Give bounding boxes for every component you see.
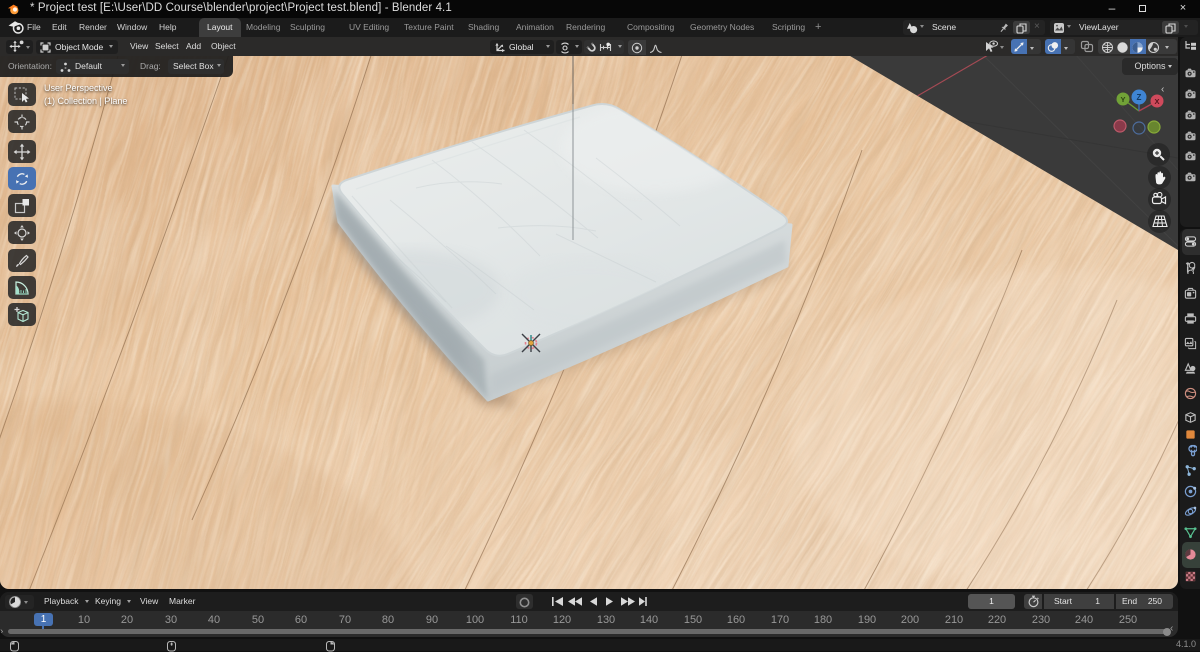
svg-text:X: X — [1154, 97, 1159, 106]
svg-text:Y: Y — [1120, 95, 1125, 104]
svg-text:Z: Z — [1137, 93, 1142, 102]
